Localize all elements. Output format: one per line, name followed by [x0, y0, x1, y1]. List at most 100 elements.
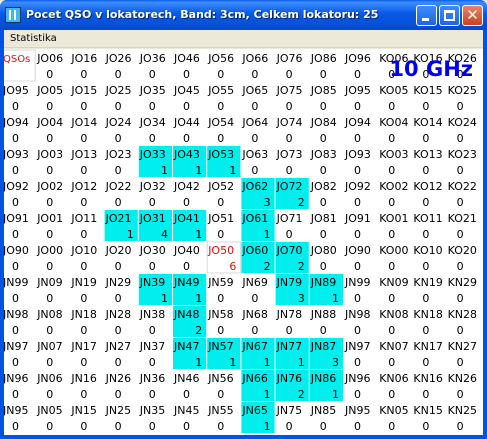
locator-count-jo62: 3 — [264, 196, 271, 209]
locator-label-jn68: JN68 — [241, 308, 267, 321]
locator-count-jo03: 0 — [46, 164, 53, 177]
locator-label-jo22: JO22 — [105, 180, 132, 193]
locator-label-jo52: JO52 — [207, 180, 234, 193]
locator-count-jo70: 2 — [298, 260, 305, 273]
locator-label-ko00: KO00 — [379, 244, 408, 257]
locator-count-ko03: 0 — [388, 164, 395, 177]
locator-label-ko10: KO10 — [413, 244, 442, 257]
maximize-button[interactable] — [439, 5, 460, 26]
locator-label-jo16: JO16 — [70, 52, 97, 65]
band-label: 10 GHz — [389, 57, 473, 81]
locator-label-jn36: JN36 — [139, 372, 165, 385]
locator-label-jn78: JN78 — [276, 308, 302, 321]
locator-count-jo00: 0 — [46, 260, 53, 273]
locator-label-jo86: JO86 — [310, 52, 337, 65]
locator-label-jo76: JO76 — [276, 52, 303, 65]
locator-count-kn09: 0 — [388, 292, 395, 305]
locator-label-jn46: JN46 — [173, 372, 199, 385]
locator-count-jo92: 0 — [12, 196, 19, 209]
locator-count-jo44: 0 — [183, 132, 190, 145]
locator-label-ko15: KO15 — [413, 84, 442, 97]
locator-count-jn19: 0 — [80, 292, 87, 305]
locator-label-jo40: JO40 — [173, 244, 200, 257]
close-button[interactable]: ✕ — [462, 5, 483, 26]
locator-label-jo44: JO44 — [173, 116, 200, 129]
locator-count-jo10: 0 — [80, 260, 87, 273]
locator-label-jn19: JN19 — [70, 276, 96, 289]
locator-count-jn45: 0 — [183, 420, 190, 433]
locator-label-jo15: JO15 — [70, 84, 97, 97]
minimize-button[interactable] — [416, 5, 437, 26]
locator-label-jn18: JN18 — [70, 308, 96, 321]
locator-label-jo55: JO55 — [207, 84, 234, 97]
app-icon[interactable] — [5, 7, 21, 23]
window-bottom-border — [0, 435, 487, 439]
locator-count-jo11: 0 — [80, 228, 87, 241]
locator-label-jo92: JO92 — [344, 180, 371, 193]
locator-label-jo01: JO01 — [36, 212, 63, 225]
locator-count-ko24: 0 — [457, 132, 464, 145]
locator-count-jn77: 1 — [298, 356, 305, 369]
locator-label-jo96: JO96 — [344, 52, 371, 65]
locator-count-jo60: 2 — [264, 260, 271, 273]
locator-count-jo14: 0 — [80, 132, 87, 145]
locator-count-jo93: 0 — [12, 164, 19, 177]
locator-count-jn98: 0 — [354, 324, 361, 337]
locator-label-ko13: KO13 — [413, 148, 442, 161]
locator-count-kn19: 0 — [422, 292, 429, 305]
locator-label-jn06: JN06 — [36, 372, 62, 385]
locator-count-kn07: 0 — [388, 356, 395, 369]
locator-count-jn26: 0 — [115, 388, 122, 401]
locator-label-jn88: JN88 — [310, 308, 336, 321]
locator-label-jn39: JN39 — [139, 276, 165, 289]
locator-count-jo40: 0 — [183, 260, 190, 273]
locator-count-jo36: 0 — [149, 68, 156, 81]
locator-label-jo81: JO81 — [310, 212, 337, 225]
locator-label-jn65: JN65 — [241, 404, 267, 417]
locator-count-kn06: 0 — [388, 388, 395, 401]
locator-label-jo95: JO95 — [344, 84, 371, 97]
locator-count-jo74: 0 — [286, 132, 293, 145]
locator-label-ko02: KO02 — [379, 180, 408, 193]
locator-count-jn17: 0 — [80, 356, 87, 369]
locator-count-jo90: 0 — [354, 260, 361, 273]
locator-label-kn16: KN16 — [413, 372, 442, 385]
locator-count-jo64: 0 — [251, 132, 258, 145]
locator-count-jo83: 0 — [320, 164, 327, 177]
locator-count-jo85: 0 — [320, 100, 327, 113]
locator-label-jo13: JO13 — [70, 148, 97, 161]
locator-count-jo13: 0 — [80, 164, 87, 177]
menu-statistika[interactable]: Statistika — [6, 31, 61, 46]
locator-count-jn79: 3 — [298, 292, 305, 305]
locator-count-jo91: 0 — [354, 228, 361, 241]
locator-label-jo54: JO54 — [207, 116, 234, 129]
locator-grid: QSOs JO06 0 JO16 0 JO26 0 JO36 0 JO46 0 JO56 0 JO66 0 J… — [4, 49, 477, 433]
locator-label-jo23: JO23 — [105, 148, 132, 161]
locator-label-jo82: JO82 — [310, 180, 337, 193]
locator-label-jo91: JO91 — [344, 212, 371, 225]
locator-label-qsos: QSOs — [4, 54, 30, 65]
locator-label-jo83: JO83 — [310, 148, 337, 161]
locator-count-jo22: 0 — [115, 196, 122, 209]
locator-label-jn95: JN95 — [4, 404, 28, 417]
maximize-icon — [444, 10, 455, 21]
locator-label-jo33: JO33 — [139, 148, 166, 161]
locator-count-jn66: 1 — [264, 388, 271, 401]
locator-label-jo06: JO06 — [36, 52, 63, 65]
locator-label-ko04: KO04 — [379, 116, 408, 129]
locator-count-jo33: 1 — [161, 164, 168, 177]
locator-count-kn29: 0 — [457, 292, 464, 305]
locator-count-jn06: 0 — [46, 388, 53, 401]
locator-count-jn87: 3 — [332, 356, 339, 369]
locator-count-kn08: 0 — [388, 324, 395, 337]
locator-label-kn26: KN26 — [448, 372, 477, 385]
locator-count-jn47: 1 — [195, 356, 202, 369]
locator-count-jn68: 0 — [251, 324, 258, 337]
locator-label-jo60: JO60 — [241, 244, 268, 257]
app-window: Pocet QSO v lokatorech, Band: 3cm, Celke… — [0, 0, 487, 439]
title-bar[interactable]: Pocet QSO v lokatorech, Band: 3cm, Celke… — [0, 0, 487, 30]
locator-label-jn87: JN87 — [310, 340, 336, 353]
locator-label-kn28: KN28 — [448, 308, 477, 321]
locator-label-jn99: JN99 — [4, 276, 28, 289]
locator-count-jo24: 0 — [115, 132, 122, 145]
